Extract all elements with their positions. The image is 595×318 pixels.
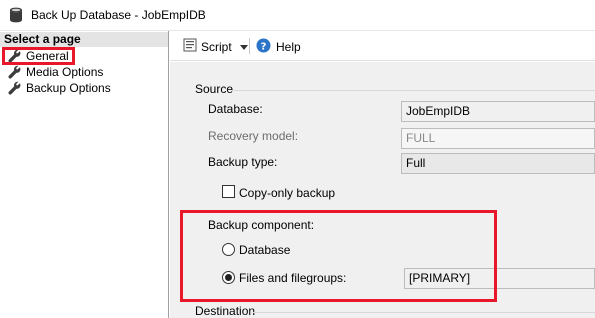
recovery-model-label: Recovery model: bbox=[208, 129, 299, 143]
backup-type-select[interactable]: Full bbox=[401, 153, 595, 174]
copy-only-checkbox[interactable] bbox=[222, 185, 235, 198]
wrench-icon bbox=[8, 65, 22, 79]
source-divider bbox=[232, 90, 595, 91]
svg-text:?: ? bbox=[261, 42, 267, 53]
recovery-model-field: FULL bbox=[401, 128, 595, 149]
general-page-content: Source Database: JobEmpIDB Recovery mode… bbox=[170, 62, 595, 318]
help-button[interactable]: ? Help bbox=[256, 38, 301, 56]
help-icon: ? bbox=[256, 38, 271, 56]
script-icon bbox=[183, 38, 197, 55]
backup-database-dialog: Back Up Database - JobEmpIDB Select a pa… bbox=[0, 0, 595, 318]
toolbar: Script ? Help bbox=[170, 31, 595, 61]
select-page-header: Select a page bbox=[0, 32, 168, 47]
sidebar-item-label: Media Options bbox=[26, 65, 104, 79]
destination-divider bbox=[253, 312, 595, 313]
page-selector-pane: Select a page General Media Options Back… bbox=[0, 31, 169, 318]
source-group-label: Source bbox=[195, 82, 234, 96]
window-title: Back Up Database - JobEmpIDB bbox=[31, 8, 206, 22]
chevron-down-icon[interactable] bbox=[239, 40, 248, 54]
script-button[interactable]: Script bbox=[183, 38, 248, 55]
help-label: Help bbox=[276, 40, 301, 54]
sidebar-item-media-options[interactable]: Media Options bbox=[0, 64, 168, 80]
backup-component-highlight-box bbox=[180, 210, 497, 302]
destination-group-label: Destination bbox=[195, 304, 256, 318]
sidebar-item-backup-options[interactable]: Backup Options bbox=[0, 80, 168, 96]
toolbar-separator bbox=[249, 38, 250, 54]
backup-type-label: Backup type: bbox=[208, 155, 278, 169]
database-select[interactable]: JobEmpIDB bbox=[401, 101, 595, 122]
title-bar: Back Up Database - JobEmpIDB bbox=[0, 0, 595, 31]
script-label: Script bbox=[201, 39, 232, 54]
database-label: Database: bbox=[208, 102, 263, 116]
general-highlight-box bbox=[2, 47, 75, 65]
wrench-icon bbox=[8, 81, 22, 95]
sidebar-item-label: Backup Options bbox=[26, 81, 111, 95]
copy-only-label[interactable]: Copy-only backup bbox=[239, 186, 335, 200]
database-icon bbox=[9, 7, 23, 23]
